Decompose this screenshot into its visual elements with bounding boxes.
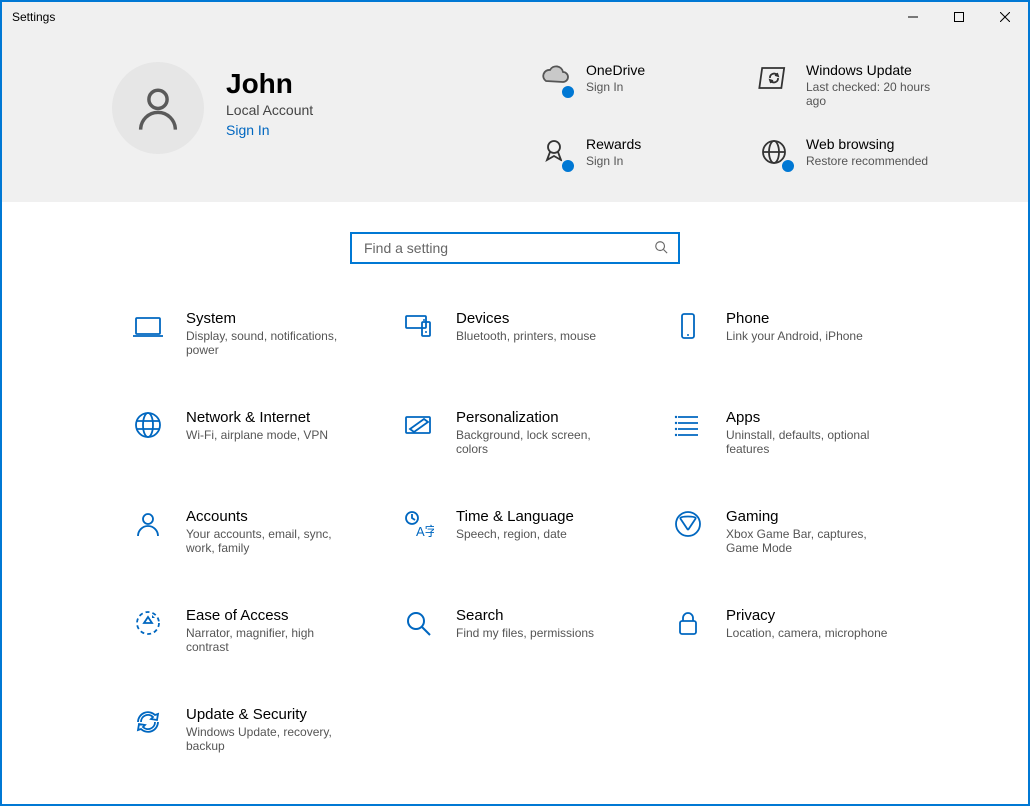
window-title: Settings	[12, 10, 55, 24]
category-phone[interactable]: Phone Link your Android, iPhone	[672, 310, 942, 357]
category-network[interactable]: Network & Internet Wi-Fi, airplane mode, …	[132, 409, 402, 456]
category-sub: Bluetooth, printers, mouse	[456, 329, 596, 343]
category-title: Accounts	[186, 508, 356, 525]
category-sub: Windows Update, recovery, backup	[186, 725, 356, 753]
time-icon	[402, 508, 434, 540]
category-sub: Link your Android, iPhone	[726, 329, 863, 343]
avatar[interactable]	[112, 62, 204, 154]
category-personalization[interactable]: Personalization Background, lock screen, …	[402, 409, 672, 456]
tile-sub: Sign In	[586, 80, 645, 94]
category-title: Privacy	[726, 607, 887, 624]
account-info: John Local Account Sign In	[226, 62, 426, 138]
personalization-icon	[402, 409, 434, 441]
close-button[interactable]	[982, 2, 1028, 32]
category-sub: Location, camera, microphone	[726, 626, 887, 640]
account-header: John Local Account Sign In OneDrive Sign…	[2, 32, 1028, 202]
onedrive-icon	[538, 62, 574, 98]
ease-icon	[132, 607, 164, 639]
account-name: John	[226, 68, 426, 100]
category-sub: Find my files, permissions	[456, 626, 594, 640]
category-sub: Wi-Fi, airplane mode, VPN	[186, 428, 328, 442]
tile-sub: Restore recommended	[806, 154, 928, 168]
maximize-icon	[954, 12, 964, 22]
minimize-icon	[908, 12, 918, 22]
category-title: Phone	[726, 310, 863, 327]
category-title: System	[186, 310, 356, 327]
rewards-icon	[538, 136, 574, 172]
settings-body: System Display, sound, notifications, pow…	[2, 202, 1028, 804]
signin-link[interactable]: Sign In	[226, 122, 426, 138]
search-icon	[654, 240, 668, 257]
category-title: Apps	[726, 409, 896, 426]
category-sub: Narrator, magnifier, high contrast	[186, 626, 356, 654]
accounts-icon	[132, 508, 164, 540]
tile-rewards[interactable]: Rewards Sign In	[538, 136, 748, 172]
category-title: Ease of Access	[186, 607, 356, 624]
category-grid: System Display, sound, notifications, pow…	[132, 310, 968, 753]
account-type: Local Account	[226, 102, 426, 118]
close-icon	[1000, 12, 1010, 22]
category-title: Search	[456, 607, 594, 624]
globe-icon	[758, 136, 794, 172]
category-devices[interactable]: Devices Bluetooth, printers, mouse	[402, 310, 672, 357]
search-box[interactable]	[350, 232, 680, 264]
tile-windows-update[interactable]: Windows Update Last checked: 20 hours ag…	[758, 62, 968, 108]
category-updatesec[interactable]: Update & Security Windows Update, recover…	[132, 706, 402, 753]
category-gaming[interactable]: Gaming Xbox Game Bar, captures, Game Mode	[672, 508, 942, 555]
window-controls	[890, 2, 1028, 32]
category-title: Time & Language	[456, 508, 574, 525]
update-icon	[758, 62, 794, 98]
tile-sub: Sign In	[586, 154, 641, 168]
tile-web-browsing[interactable]: Web browsing Restore recommended	[758, 136, 968, 172]
maximize-button[interactable]	[936, 2, 982, 32]
titlebar: Settings	[2, 2, 1028, 32]
category-ease[interactable]: Ease of Access Narrator, magnifier, high …	[132, 607, 402, 654]
tile-title: Rewards	[586, 136, 641, 152]
category-accounts[interactable]: Accounts Your accounts, email, sync, work…	[132, 508, 402, 555]
category-time[interactable]: Time & Language Speech, region, date	[402, 508, 672, 555]
tile-title: Web browsing	[806, 136, 928, 152]
category-title: Devices	[456, 310, 596, 327]
category-privacy[interactable]: Privacy Location, camera, microphone	[672, 607, 942, 654]
category-sub: Your accounts, email, sync, work, family	[186, 527, 356, 555]
apps-icon	[672, 409, 704, 441]
category-apps[interactable]: Apps Uninstall, defaults, optional featur…	[672, 409, 942, 456]
category-title: Network & Internet	[186, 409, 328, 426]
devices-icon	[402, 310, 434, 342]
category-title: Update & Security	[186, 706, 356, 723]
network-icon	[132, 409, 164, 441]
search-icon	[402, 607, 434, 639]
category-sub: Uninstall, defaults, optional features	[726, 428, 896, 456]
privacy-icon	[672, 607, 704, 639]
tile-onedrive[interactable]: OneDrive Sign In	[538, 62, 748, 108]
updatesec-icon	[132, 706, 164, 738]
search-input[interactable]	[362, 239, 654, 257]
category-title: Gaming	[726, 508, 896, 525]
category-search[interactable]: Search Find my files, permissions	[402, 607, 672, 654]
category-sub: Background, lock screen, colors	[456, 428, 626, 456]
minimize-button[interactable]	[890, 2, 936, 32]
gaming-icon	[672, 508, 704, 540]
tile-title: Windows Update	[806, 62, 946, 78]
category-sub: Display, sound, notifications, power	[186, 329, 356, 357]
category-sub: Xbox Game Bar, captures, Game Mode	[726, 527, 896, 555]
settings-window: Settings John Local Account Sign In	[0, 0, 1030, 806]
category-system[interactable]: System Display, sound, notifications, pow…	[132, 310, 402, 357]
header-tiles: OneDrive Sign In Windows Update Last che…	[538, 62, 968, 172]
category-sub: Speech, region, date	[456, 527, 574, 541]
system-icon	[132, 310, 164, 342]
tile-sub: Last checked: 20 hours ago	[806, 80, 946, 108]
category-title: Personalization	[456, 409, 626, 426]
user-icon	[132, 82, 184, 134]
phone-icon	[672, 310, 704, 342]
tile-title: OneDrive	[586, 62, 645, 78]
